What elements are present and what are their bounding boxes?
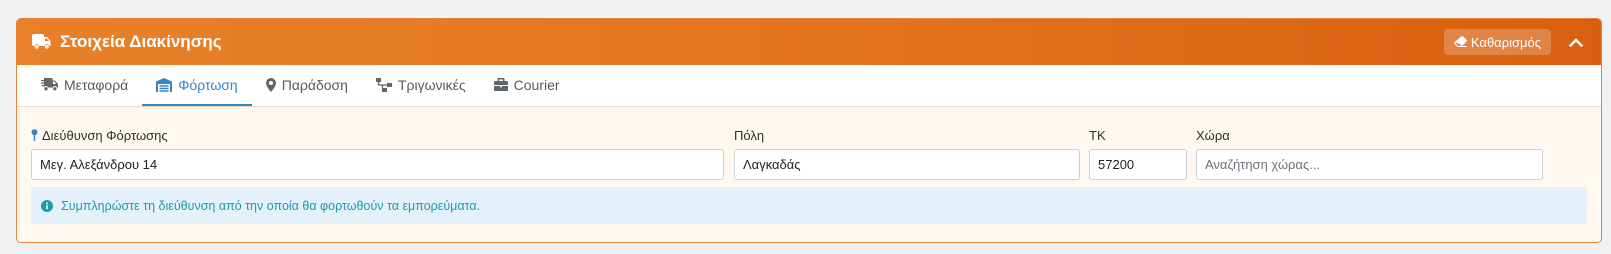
info-circle-icon [41, 199, 53, 212]
address-label: Διεύθυνση Φόρτωσης [31, 127, 724, 143]
tab-delivery[interactable]: Παράδοση [252, 65, 362, 106]
zip-field-group: ΤΚ [1089, 127, 1187, 180]
tab-label: Courier [513, 76, 560, 93]
clear-button-label: Καθαρισμός [1470, 34, 1541, 50]
tab-label: Φόρτωση [178, 76, 238, 93]
tab-label: Τριγωνικές [397, 76, 466, 93]
truck-icon [32, 34, 52, 50]
tab-courier[interactable]: Courier [480, 65, 574, 106]
city-input[interactable] [734, 149, 1080, 180]
delivery-details-card: Στοιχεία Διακίνησης Καθαρισμός Μεταφορά … [16, 18, 1602, 243]
warehouse-icon [156, 77, 173, 92]
tab-bar: Μεταφορά Φόρτωση Παράδοση Τριγωνικές Cou… [17, 65, 1601, 107]
briefcase-icon [493, 78, 508, 91]
country-search-input[interactable] [1196, 149, 1543, 180]
map-marker-icon [265, 77, 276, 92]
address-field-group: Διεύθυνση Φόρτωσης [31, 127, 724, 180]
tab-label: Μεταφορά [64, 76, 129, 93]
shipping-fast-icon [41, 78, 58, 91]
loading-tab-panel: Διεύθυνση Φόρτωσης Πόλη ΤΚ Χώρα Συμπληρώ… [17, 107, 1601, 242]
address-input[interactable] [31, 149, 724, 180]
chevron-up-icon [1569, 38, 1583, 47]
collapse-button[interactable] [1567, 33, 1585, 51]
pin-icon [31, 129, 38, 141]
country-field-group: Χώρα [1196, 127, 1543, 180]
city-field-group: Πόλη [734, 127, 1080, 180]
tab-transport[interactable]: Μεταφορά [27, 65, 142, 106]
tab-label: Παράδοση [281, 76, 348, 93]
country-label: Χώρα [1196, 127, 1230, 143]
sitemap-icon [375, 77, 392, 92]
info-text: Συμπληρώστε τη διεύθυνση από την οποία θ… [61, 198, 481, 213]
zip-input[interactable] [1089, 149, 1187, 180]
clear-button[interactable]: Καθαρισμός [1443, 29, 1551, 55]
city-label: Πόλη [734, 127, 765, 143]
zip-label: ΤΚ [1089, 127, 1106, 143]
tab-loading[interactable]: Φόρτωση [142, 65, 252, 106]
card-title: Στοιχεία Διακίνησης [32, 32, 222, 52]
tab-triangular[interactable]: Τριγωνικές [362, 65, 480, 106]
card-header: Στοιχεία Διακίνησης Καθαρισμός [17, 19, 1601, 65]
header-actions: Καθαρισμός [1443, 29, 1585, 55]
eraser-icon [1454, 35, 1467, 50]
info-alert: Συμπληρώστε τη διεύθυνση από την οποία θ… [31, 187, 1587, 224]
card-title-text: Στοιχεία Διακίνησης [60, 32, 222, 51]
